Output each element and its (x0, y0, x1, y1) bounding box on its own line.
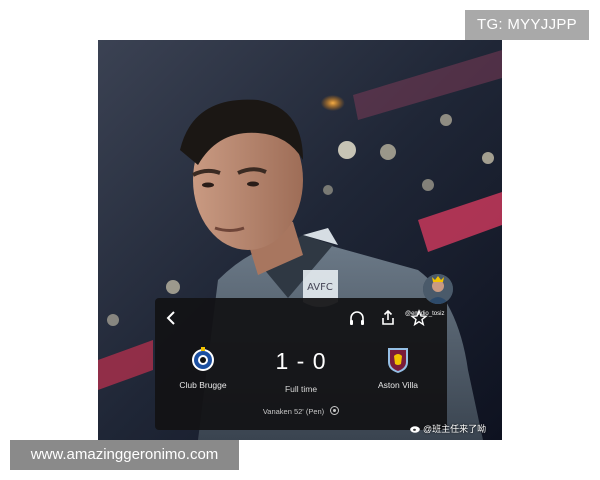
weibo-credit: @班主任来了呦 (410, 422, 486, 435)
page: AVFC Club Brugge 1 - 0 Full time Aston V… (0, 0, 600, 480)
home-team-name: Club Brugge (179, 380, 227, 390)
headphones-icon[interactable] (347, 308, 367, 328)
home-team[interactable]: Club Brugge (158, 346, 248, 390)
away-team-name: Aston Villa (377, 380, 418, 390)
weibo-credit-text: @班主任来了呦 (423, 424, 487, 434)
football-icon (330, 406, 340, 415)
weibo-icon (410, 424, 421, 433)
user-handle[interactable]: @emidio_tosiz (405, 311, 465, 317)
club-brugge-crest-icon (190, 346, 216, 374)
site-watermark[interactable]: www.amazinggeronimo.com (10, 440, 239, 470)
share-icon[interactable] (378, 308, 398, 328)
score-card-toolbar (155, 298, 447, 338)
back-icon[interactable] (161, 308, 181, 328)
tg-watermark: TG: MYYJJPP (465, 10, 589, 40)
match-score: 1 - 0 (275, 348, 327, 374)
match-score-card: Club Brugge 1 - 0 Full time Aston Villa … (155, 298, 447, 430)
goal-scorer: Vanaken 52' (Pen) (155, 406, 447, 416)
match-status: Full time (284, 384, 318, 394)
goal-scorer-text: Vanaken 52' (Pen) (262, 407, 325, 416)
aston-villa-crest-icon (385, 346, 411, 374)
user-avatar[interactable] (423, 274, 453, 304)
svg-text:AVFC: AVFC (307, 282, 333, 293)
away-team[interactable]: Aston Villa (353, 346, 443, 390)
